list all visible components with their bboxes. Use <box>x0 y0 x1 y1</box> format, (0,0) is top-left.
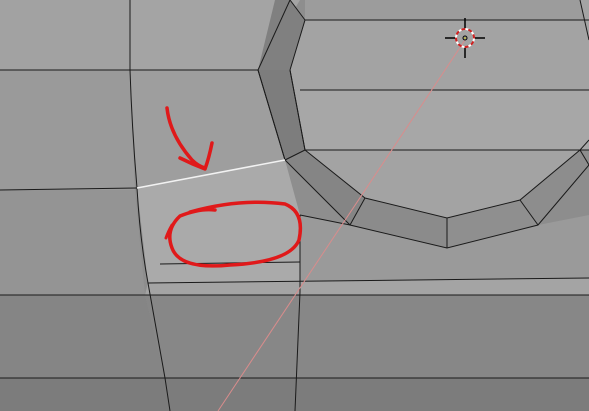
face-upper-left <box>0 0 130 70</box>
face-bottom-strip <box>0 378 170 411</box>
face-hole-band-mid <box>300 90 589 150</box>
mesh-canvas[interactable] <box>0 0 589 411</box>
3d-viewport[interactable] <box>0 0 589 411</box>
face-bottom-left <box>0 295 165 378</box>
face-bottom-right <box>145 295 589 378</box>
face-hole-band-top <box>305 0 585 20</box>
face-left-strip <box>0 70 135 190</box>
mesh-faces <box>0 0 589 411</box>
face-left-lower <box>0 190 145 295</box>
